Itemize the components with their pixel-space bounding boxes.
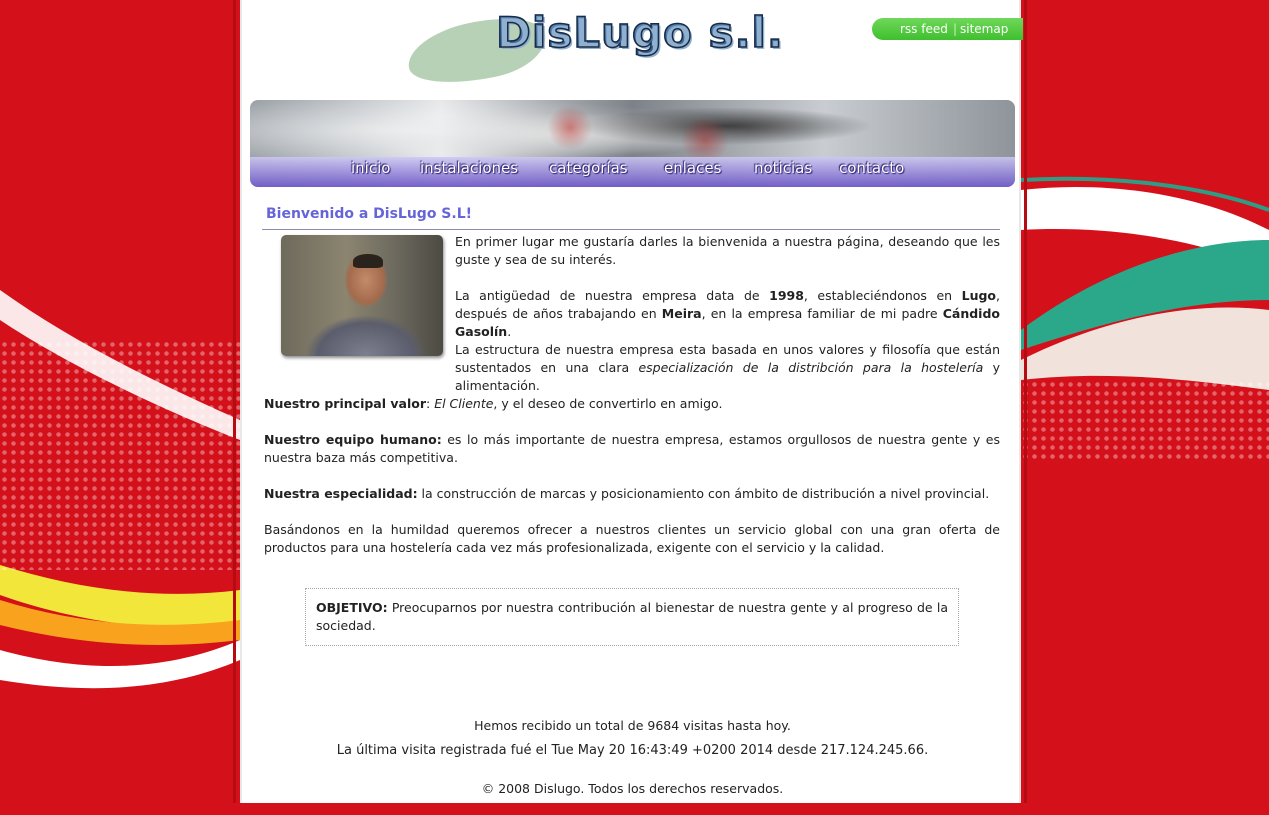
- history-paragraph: La antigüedad de nuestra empresa data de…: [455, 288, 1001, 339]
- nav-item-inicio[interactable]: inicio: [351, 159, 390, 177]
- background-right-decoration: [1021, 0, 1269, 815]
- top-links-separator: |: [953, 22, 958, 36]
- banner-photo: [540, 105, 600, 150]
- top-links-bar: rss feed | sitemap: [872, 18, 1023, 40]
- nav-item-enlaces[interactable]: enlaces: [664, 159, 721, 177]
- last-visit: La última visita registrada fué el Tue M…: [336, 743, 929, 758]
- value-paragraph: Nuestro principal valor: El Cliente, y e…: [264, 396, 723, 411]
- site-logo[interactable]: DisLugo s.l.: [495, 7, 784, 58]
- background-left-decoration: [0, 0, 240, 815]
- nav-item-instalaciones[interactable]: instalaciones: [420, 159, 518, 177]
- intro-paragraph: En primer lugar me gustaría darles la bi…: [455, 234, 1000, 267]
- owner-photo-detail: [353, 254, 383, 268]
- objective-box: OBJETIVO: Preocuparnos por nuestra contr…: [305, 588, 959, 646]
- nav-item-noticias[interactable]: noticias: [754, 159, 812, 177]
- mission-paragraph: Basándonos en la humildad queremos ofrec…: [264, 522, 1000, 555]
- banner-photo-detail: [670, 120, 740, 160]
- team-paragraph: Nuestro equipo humano: es lo más importa…: [264, 432, 1000, 465]
- objective-text: OBJETIVO: Preocuparnos por nuestra contr…: [316, 600, 948, 633]
- page-title: Bienvenido a DisLugo S.L!: [266, 206, 473, 222]
- copyright: © 2008 Dislugo. Todos los derechos reser…: [481, 781, 784, 796]
- nav-item-contacto[interactable]: contacto: [839, 159, 904, 177]
- sitemap-link[interactable]: sitemap: [960, 18, 1008, 40]
- page-border-right: [1024, 0, 1027, 803]
- specialty-paragraph: Nuestra especialidad: la construcción de…: [264, 486, 990, 501]
- visits-counter: Hemos recibido un total de 9684 visitas …: [474, 718, 791, 733]
- halftone-dots: [0, 340, 240, 570]
- title-divider: [262, 229, 1000, 230]
- page-container: DisLugo s.l. rss feed | sitemap inicio i…: [240, 0, 1023, 803]
- nav-item-categorias[interactable]: categorías: [549, 159, 628, 177]
- halftone-dots-right: [1021, 380, 1269, 460]
- structure-paragraph: La estructura de nuestra empresa esta ba…: [455, 342, 1001, 393]
- owner-photo: [281, 235, 443, 356]
- page-border-left: [233, 0, 236, 803]
- rss-feed-link[interactable]: rss feed: [900, 18, 948, 40]
